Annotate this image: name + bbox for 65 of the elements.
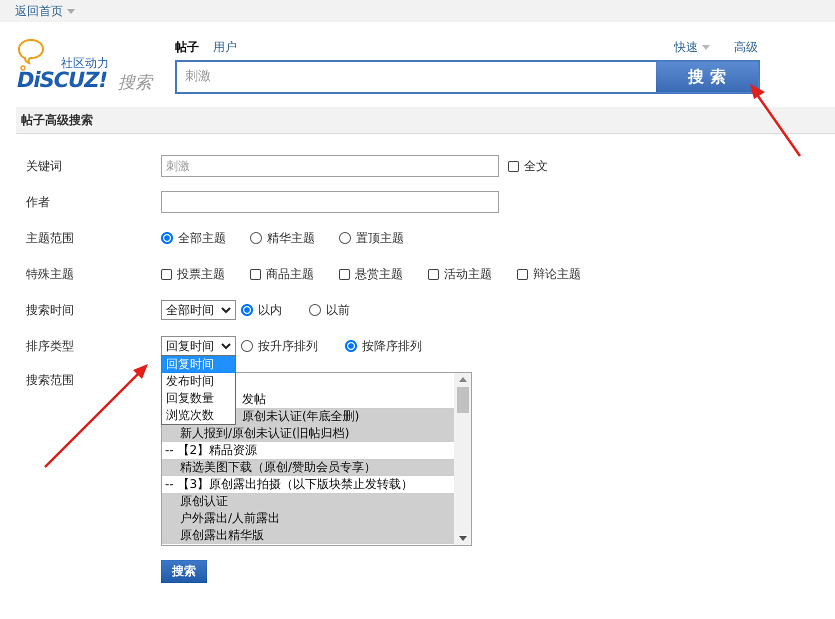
quick-link[interactable]: 快速: [674, 38, 698, 56]
radio-button[interactable]: [345, 340, 357, 352]
radio-button[interactable]: [250, 232, 262, 244]
scrollbar[interactable]: [454, 373, 471, 545]
field-label: 主题范围: [26, 230, 75, 246]
logo-subtitle: 搜索: [118, 72, 152, 94]
radio-button[interactable]: [161, 232, 173, 244]
text-field[interactable]: [161, 191, 499, 213]
speech-bubble-icon: [17, 38, 47, 72]
menu-option[interactable]: 浏览次数: [162, 407, 235, 424]
checkbox-label: 投票主题: [177, 266, 225, 282]
radio-button[interactable]: [241, 340, 253, 352]
field-label: 特殊主题: [26, 266, 75, 282]
submit-button[interactable]: 搜索: [161, 560, 207, 583]
checkbox[interactable]: [250, 268, 261, 280]
radio-button[interactable]: [241, 304, 253, 316]
scroll-up-icon[interactable]: [458, 377, 466, 382]
checkbox[interactable]: [517, 268, 528, 280]
caret-icon: [702, 44, 710, 50]
radio-label: 按升序排列: [258, 338, 318, 354]
checkbox-label: 全文: [524, 158, 548, 174]
list-option[interactable]: 新人报到/原创未认证(旧帖归档): [162, 425, 454, 442]
checkbox[interactable]: [339, 268, 350, 280]
list-option[interactable]: 原创认证: [162, 493, 454, 510]
checkbox-label: 活动主题: [444, 266, 492, 282]
radio-label: 全部主题: [178, 230, 226, 246]
field-label: 关键词: [26, 158, 63, 174]
dropdown[interactable]: 全部时间: [161, 300, 236, 320]
radio-button[interactable]: [309, 304, 321, 316]
checkbox[interactable]: [161, 268, 172, 280]
field-label: 搜索范围: [26, 372, 75, 389]
radio-label: 精华主题: [267, 230, 315, 246]
radio-label: 以内: [258, 302, 282, 318]
checkbox-label: 辩论主题: [533, 266, 581, 282]
home-link[interactable]: 返回首页: [15, 2, 63, 20]
advanced-link[interactable]: 高级: [734, 38, 758, 56]
field-label: 作者: [26, 194, 51, 210]
list-option[interactable]: 原创露出精华版: [162, 527, 454, 544]
checkbox-label: 悬赏主题: [355, 266, 403, 282]
logo-tagline: 社区动力: [61, 55, 109, 71]
search-tab[interactable]: 用户: [213, 38, 237, 56]
chevron-down-icon: [221, 306, 231, 314]
chevron-down-icon: [221, 342, 231, 350]
radio-button[interactable]: [339, 232, 351, 244]
list-option[interactable]: 户外露出/人前露出: [162, 510, 454, 527]
radio-label: 按降序排列: [362, 338, 422, 354]
dropdown[interactable]: 回复时间: [161, 336, 236, 356]
list-option[interactable]: -- 【3】原创露出拍摄（以下版块禁止发转载）: [162, 476, 454, 493]
scroll-down-icon[interactable]: [458, 536, 466, 541]
scroll-thumb[interactable]: [456, 387, 468, 413]
checkbox[interactable]: [508, 160, 519, 172]
caret-icon: [67, 8, 75, 14]
list-option[interactable]: 精选美图下载（原创/赞助会员专享）: [162, 459, 454, 476]
section-header: 帖子高级搜索: [16, 107, 835, 134]
checkbox-label: 商品主题: [266, 266, 314, 282]
logo-wordmark: DiSCUZ!: [17, 68, 108, 92]
menu-option[interactable]: 发布时间: [162, 373, 235, 390]
menu-option[interactable]: 回复数量: [162, 390, 235, 407]
field-label: 排序类型: [26, 338, 75, 354]
radio-label: 置顶主题: [356, 230, 404, 246]
checkbox[interactable]: [428, 268, 439, 280]
field-label: 搜索时间: [26, 302, 75, 318]
radio-label: 以前: [326, 302, 350, 318]
list-option[interactable]: -- 【2】精品资源: [162, 442, 454, 459]
search-tab[interactable]: 帖子: [175, 38, 199, 56]
